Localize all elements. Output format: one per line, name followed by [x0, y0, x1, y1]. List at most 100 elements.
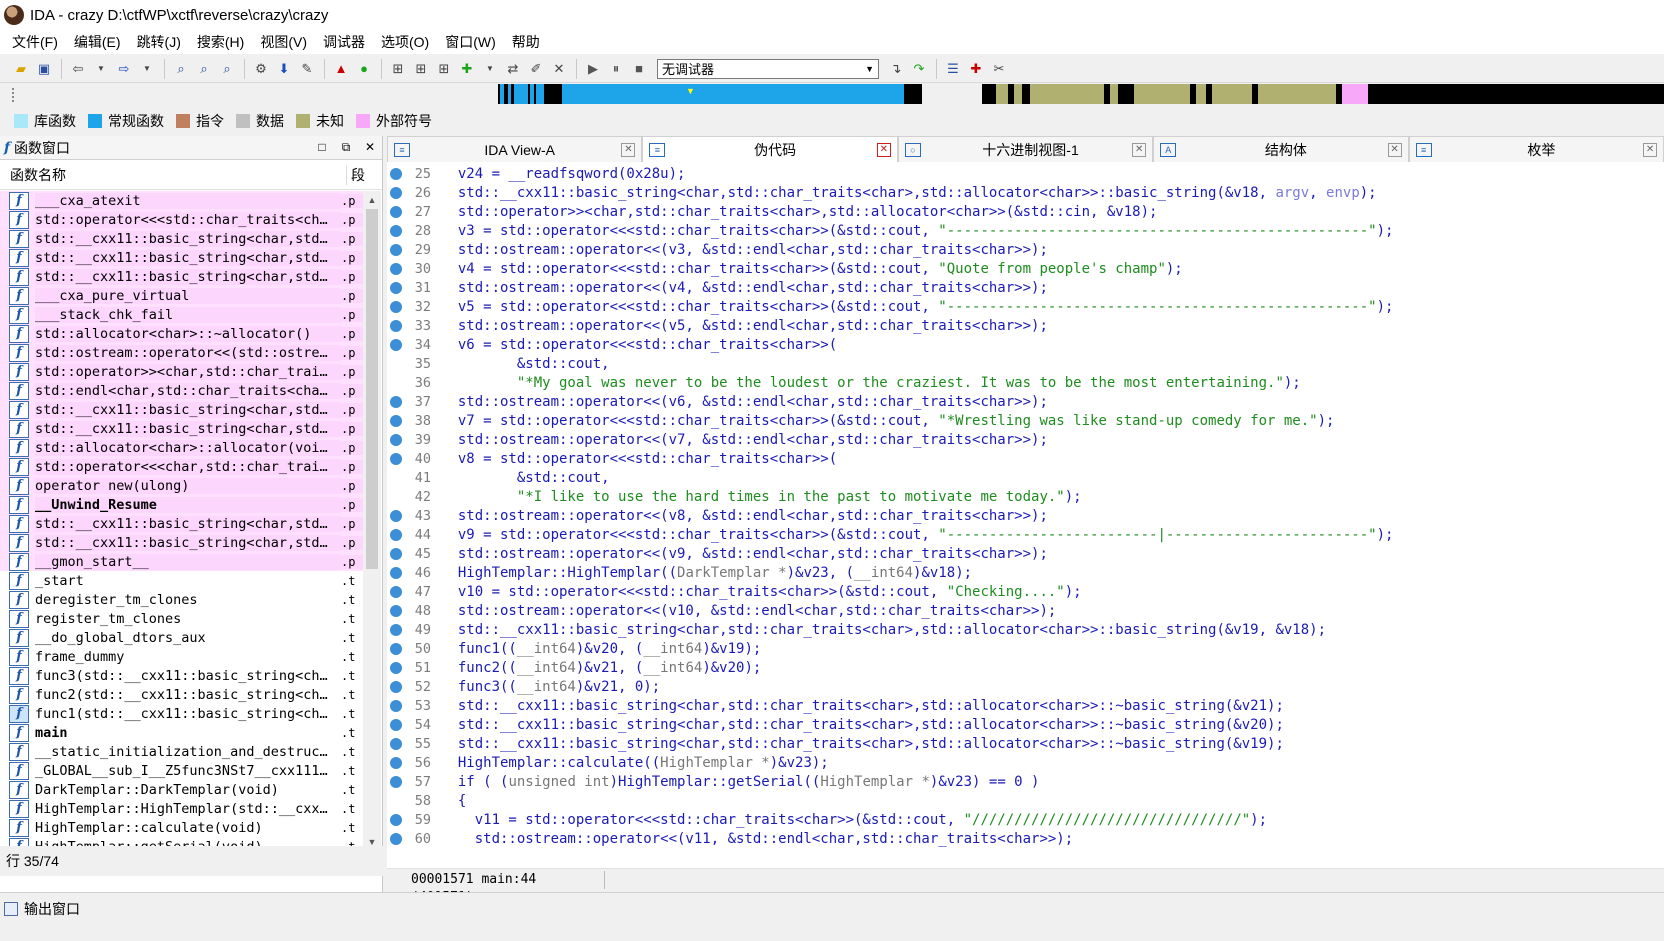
- code-line[interactable]: 49 std::__cxx11::basic_string<char,std::…: [387, 620, 1664, 639]
- struct-icon[interactable]: ⊞: [410, 58, 432, 80]
- function-row[interactable]: f ___stack_chk_fail .p: [0, 305, 363, 324]
- play-icon[interactable]: ▶: [582, 58, 604, 80]
- open-folder-icon[interactable]: ▰: [10, 58, 32, 80]
- code-line[interactable]: 28 v3 = std::operator<<<std::char_traits…: [387, 221, 1664, 240]
- close-icon[interactable]: ✕: [876, 142, 891, 157]
- code-line[interactable]: 37 std::ostream::operator<<(v6, &std::en…: [387, 392, 1664, 411]
- breakpoint-dot-icon[interactable]: [390, 186, 402, 199]
- breakpoint-dot-icon[interactable]: [390, 604, 402, 617]
- breakpoint-dot-icon[interactable]: [390, 433, 402, 446]
- code-line[interactable]: 29 std::ostream::operator<<(v3, &std::en…: [387, 240, 1664, 259]
- code-line[interactable]: 48 std::ostream::operator<<(v10, &std::e…: [387, 601, 1664, 620]
- float-icon[interactable]: ⧉: [334, 140, 358, 155]
- function-row[interactable]: f std::__cxx11::basic_string<char,std… .p: [0, 229, 363, 248]
- breakpoint-dot-icon[interactable]: [390, 528, 402, 541]
- breakpoint-dot-icon[interactable]: [390, 414, 402, 427]
- delete-icon[interactable]: ✕: [548, 58, 570, 80]
- segment-icon[interactable]: ⊞: [387, 58, 409, 80]
- add-dropdown-icon[interactable]: ▼: [479, 58, 501, 80]
- step-over-icon[interactable]: ↷: [908, 58, 930, 80]
- debugger-select[interactable]: 无调试器 ▼: [657, 58, 879, 79]
- function-row[interactable]: f HighTemplar::calculate(void) .t: [0, 818, 363, 837]
- breakpoint-dot-icon[interactable]: [390, 642, 402, 655]
- find-text-icon[interactable]: ⌕: [170, 58, 192, 80]
- code-line[interactable]: 59 v11 = std::operator<<<std::char_trait…: [387, 810, 1664, 829]
- function-row[interactable]: f std::operator<<<std::char_traits<ch… .p: [0, 210, 363, 229]
- code-line[interactable]: 36 "*My goal was never to be the loudest…: [387, 373, 1664, 392]
- back-dropdown-icon[interactable]: ▼: [90, 58, 112, 80]
- forward-dropdown-icon[interactable]: ▼: [136, 58, 158, 80]
- edit-func-icon[interactable]: ✐: [525, 58, 547, 80]
- function-row[interactable]: f std::__cxx11::basic_string<char,std… .p: [0, 514, 363, 533]
- code-line[interactable]: 41 &std::cout,: [387, 468, 1664, 487]
- close-icon[interactable]: ✕: [621, 142, 636, 157]
- column-function-name[interactable]: 函数名称: [0, 165, 346, 185]
- function-row[interactable]: f __static_initialization_and_destruc… .t: [0, 742, 363, 761]
- close-icon[interactable]: ✕: [1643, 142, 1658, 157]
- patch-icon[interactable]: ⚙: [250, 58, 272, 80]
- function-row[interactable]: f _start .t: [0, 571, 363, 590]
- breakpoint-dot-icon[interactable]: [390, 585, 402, 598]
- function-row[interactable]: f func3(std::__cxx11::basic_string<ch… .t: [0, 666, 363, 685]
- breakpoint-dot-icon[interactable]: [390, 167, 402, 180]
- breakpoint-dot-icon[interactable]: [390, 680, 402, 693]
- function-row[interactable]: f DarkTemplar::DarkTemplar(void) .t: [0, 780, 363, 799]
- code-line[interactable]: 54 std::__cxx11::basic_string<char,std::…: [387, 715, 1664, 734]
- function-row[interactable]: f std::__cxx11::basic_string<char,std… .p: [0, 400, 363, 419]
- menu-search[interactable]: 搜索(H): [189, 31, 252, 53]
- function-row[interactable]: f operator new(ulong) .p: [0, 476, 363, 495]
- code-line[interactable]: 60 std::ostream::operator<<(v11, &std::e…: [387, 829, 1664, 848]
- enum-icon[interactable]: ⊞: [433, 58, 455, 80]
- menu-options[interactable]: 选项(O): [373, 31, 437, 53]
- function-row[interactable]: f __do_global_dtors_aux .t: [0, 628, 363, 647]
- function-row[interactable]: f ___cxa_pure_virtual .p: [0, 286, 363, 305]
- menu-view[interactable]: 视图(V): [252, 31, 315, 53]
- function-row[interactable]: f func2(std::__cxx11::basic_string<ch… .t: [0, 685, 363, 704]
- function-row[interactable]: f std::__cxx11::basic_string<char,std… .p: [0, 267, 363, 286]
- code-line[interactable]: 43 std::ostream::operator<<(v8, &std::en…: [387, 506, 1664, 525]
- function-row[interactable]: f frame_dummy .t: [0, 647, 363, 666]
- code-line[interactable]: 46 HighTemplar::HighTemplar((DarkTemplar…: [387, 563, 1664, 582]
- breakpoint-dot-icon[interactable]: [390, 358, 402, 370]
- function-row[interactable]: f deregister_tm_clones .t: [0, 590, 363, 609]
- breakpoint-dot-icon[interactable]: [390, 319, 402, 332]
- function-row[interactable]: f __gmon_start__ .p: [0, 552, 363, 571]
- function-row[interactable]: f func1(std::__cxx11::basic_string<ch… .t: [0, 704, 363, 723]
- code-line[interactable]: 39 std::ostream::operator<<(v7, &std::en…: [387, 430, 1664, 449]
- tab-structures[interactable]: A 结构体 ✕: [1153, 136, 1409, 162]
- close-icon[interactable]: ✕: [358, 140, 382, 155]
- function-row[interactable]: f std::allocator<char>::~allocator() .p: [0, 324, 363, 343]
- menu-help[interactable]: 帮助: [504, 31, 548, 53]
- step-into-icon[interactable]: ↴: [885, 58, 907, 80]
- breakpoint-dot-icon[interactable]: [390, 832, 402, 845]
- breakpoint-dot-icon[interactable]: [390, 795, 402, 807]
- code-line[interactable]: 25 v24 = __readfsqword(0x28u);: [387, 164, 1664, 183]
- tab-hex-view[interactable]: ○ 十六进制视图-1 ✕: [897, 136, 1154, 162]
- function-row[interactable]: f std::endl<char,std::char_traits<cha… .p: [0, 381, 363, 400]
- breakpoint-dot-icon[interactable]: [390, 224, 402, 237]
- breakpoint-dot-icon[interactable]: [390, 377, 402, 389]
- code-line[interactable]: 53 std::__cxx11::basic_string<char,std::…: [387, 696, 1664, 715]
- breakpoint-dot-icon[interactable]: [390, 300, 402, 313]
- code-line[interactable]: 57 if ( (unsigned int)HighTemplar::getSe…: [387, 772, 1664, 791]
- code-line[interactable]: 50 func1((__int64)&v20, (__int64)&v19);: [387, 639, 1664, 658]
- function-row[interactable]: f std::allocator<char>::allocator(void) .p: [0, 438, 363, 457]
- pause-icon[interactable]: ⏸: [605, 58, 627, 80]
- minimize-icon[interactable]: □: [310, 140, 334, 155]
- analysis-icon[interactable]: ✎: [296, 58, 318, 80]
- find-binary-icon[interactable]: ⌕: [193, 58, 215, 80]
- code-line[interactable]: 30 v4 = std::operator<<<std::char_traits…: [387, 259, 1664, 278]
- code-line[interactable]: 27 std::operator>><char,std::char_traits…: [387, 202, 1664, 221]
- code-line[interactable]: 55 std::__cxx11::basic_string<char,std::…: [387, 734, 1664, 753]
- menu-debugger[interactable]: 调试器: [315, 31, 373, 53]
- forward-arrow-icon[interactable]: ⇨: [113, 58, 135, 80]
- function-row[interactable]: f std::__cxx11::basic_string<char,std… .p: [0, 248, 363, 267]
- code-line[interactable]: 33 std::ostream::operator<<(v5, &std::en…: [387, 316, 1664, 335]
- breakpoint-dot-icon[interactable]: [390, 566, 402, 579]
- navigation-bar[interactable]: ▼: [498, 84, 1664, 104]
- code-line[interactable]: 26 std::__cxx11::basic_string<char,std::…: [387, 183, 1664, 202]
- code-line[interactable]: 51 func2((__int64)&v21, (__int64)&v20);: [387, 658, 1664, 677]
- breakpoint-dot-icon[interactable]: [390, 699, 402, 712]
- xref-icon[interactable]: ⇄: [502, 58, 524, 80]
- breakpoint-dot-icon[interactable]: [390, 243, 402, 256]
